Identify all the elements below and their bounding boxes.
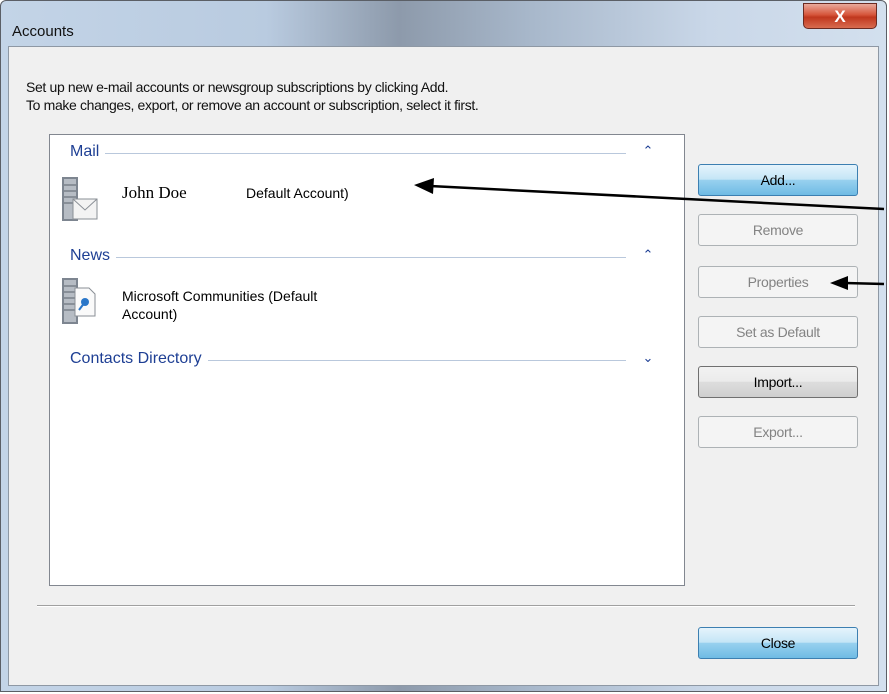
accounts-list[interactable]: Mail ⌃ John Doe Default Account) News ⌃ (49, 134, 685, 586)
bottom-divider (37, 605, 855, 607)
chevron-down-icon[interactable]: ⌄ (640, 350, 656, 368)
group-label-mail: Mail (70, 143, 106, 161)
set-as-default-button[interactable]: Set as Default (698, 316, 858, 348)
group-divider (70, 257, 626, 258)
instructions-line-1: Set up new e-mail accounts or newsgroup … (26, 79, 449, 95)
group-divider (70, 153, 626, 154)
chevron-up-icon[interactable]: ⌃ (640, 247, 656, 265)
remove-button[interactable]: Remove (698, 214, 858, 246)
close-button[interactable]: Close (698, 627, 858, 659)
instructions-line-2: To make changes, export, or remove an ac… (26, 97, 479, 113)
close-window-button[interactable]: X (803, 3, 877, 29)
news-account-name-line1: Microsoft Communities (Default (122, 288, 318, 304)
title-bar[interactable]: Accounts X (1, 1, 886, 45)
chevron-up-icon[interactable]: ⌃ (640, 143, 656, 161)
group-header-contacts-directory[interactable]: Contacts Directory ⌄ (70, 350, 660, 370)
import-button[interactable]: Import... (698, 366, 858, 398)
window-title: Accounts (12, 23, 74, 40)
add-button[interactable]: Add... (698, 164, 858, 196)
group-label-contacts-directory: Contacts Directory (70, 350, 208, 368)
mail-account-status: Default Account) (246, 185, 349, 201)
export-button[interactable]: Export... (698, 416, 858, 448)
group-header-news[interactable]: News ⌃ (70, 247, 660, 267)
mail-account-name: John Doe (122, 183, 187, 202)
group-header-mail[interactable]: Mail ⌃ (70, 143, 660, 163)
properties-button[interactable]: Properties (698, 266, 858, 298)
mail-server-icon (62, 177, 98, 221)
news-account-name-line2: Account) (122, 306, 178, 322)
group-label-news: News (70, 247, 117, 265)
news-server-icon (62, 278, 96, 324)
